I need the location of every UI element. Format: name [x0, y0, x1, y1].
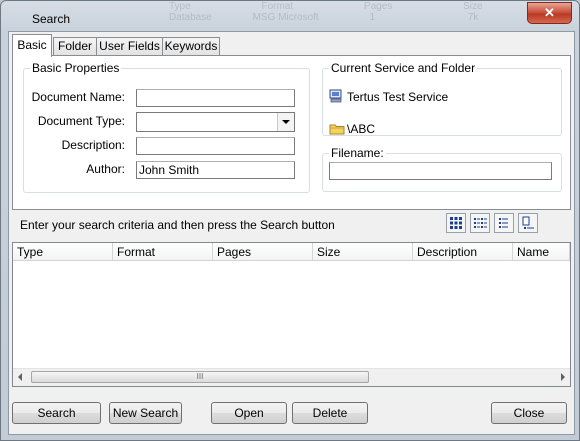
search-results-list[interactable]: Type Format Pages Size Description Name …	[12, 242, 571, 387]
list-view-icon	[499, 218, 508, 228]
author-field[interactable]	[136, 161, 295, 179]
horizontal-scrollbar[interactable]: III	[13, 368, 570, 386]
delete-button[interactable]: Delete	[292, 402, 368, 424]
instruction-text: Enter your search criteria and then pres…	[20, 218, 335, 232]
tab-label: Folder	[57, 39, 92, 53]
background-cell: 7k	[467, 12, 479, 23]
description-field[interactable]	[136, 137, 295, 155]
group-title: Current Service and Folder	[331, 61, 476, 75]
folder-path: \ABC	[347, 122, 376, 136]
background-cell: 1	[369, 12, 376, 23]
background-column: Size	[463, 1, 483, 12]
window-title: Search	[32, 12, 71, 26]
scroll-right-icon[interactable]	[561, 373, 565, 381]
small-icons-view-icon	[474, 218, 487, 228]
background-column: Format	[261, 1, 294, 12]
tab-label: Basic	[17, 38, 47, 52]
chevron-down-icon[interactable]	[277, 113, 294, 131]
author-label: Author:	[86, 162, 125, 176]
background-window-header: Type Format Pages Size Database MSG Micr…	[169, 1, 483, 25]
column-header-name[interactable]: Name	[513, 243, 570, 261]
tab-label: User Fields	[99, 39, 160, 53]
background-column: Pages	[363, 1, 393, 12]
background-column: Type	[169, 1, 191, 12]
window-close-button[interactable]: ✕	[527, 2, 572, 24]
background-cell: Database	[169, 12, 212, 23]
document-name-label: Document Name:	[31, 90, 125, 104]
service-name: Tertus Test Service	[347, 90, 449, 104]
document-type-value	[137, 113, 140, 127]
folder-icon	[329, 123, 345, 135]
list-view-button[interactable]	[494, 213, 514, 233]
tab-keywords[interactable]: Keywords	[162, 37, 220, 56]
close-button[interactable]: Close	[491, 402, 567, 424]
tab-label: Keywords	[164, 39, 218, 53]
filename-field[interactable]	[329, 162, 552, 180]
column-header-pages[interactable]: Pages	[213, 243, 313, 261]
group-title: Filename:	[331, 146, 384, 160]
search-button[interactable]: Search	[12, 402, 101, 424]
column-header-size[interactable]: Size	[313, 243, 413, 261]
description-label: Description:	[61, 138, 125, 152]
details-view-button[interactable]	[518, 213, 538, 233]
scrollbar-thumb[interactable]: III	[31, 371, 369, 383]
document-type-dropdown[interactable]	[136, 112, 295, 132]
background-cell: MSG Microsoft	[252, 12, 319, 23]
group-title: Basic Properties	[32, 61, 120, 75]
dialog-body: Basic Folder User Fields Keywords Basic …	[8, 31, 575, 435]
small-icons-view-button[interactable]	[470, 213, 490, 233]
column-header-type[interactable]: Type	[13, 243, 113, 261]
document-name-field[interactable]	[136, 89, 295, 107]
computer-icon	[329, 89, 343, 103]
document-type-label: Document Type:	[37, 114, 125, 128]
search-dialog: Type Format Pages Size Database MSG Micr…	[0, 0, 580, 441]
large-icons-view-button[interactable]	[446, 213, 466, 233]
tab-basic[interactable]: Basic	[12, 34, 52, 57]
large-icons-view-icon	[450, 217, 462, 229]
column-header-description[interactable]: Description	[413, 243, 513, 261]
tab-panel-basic: Basic Properties Document Name: Document…	[12, 55, 571, 210]
open-button[interactable]: Open	[211, 402, 287, 424]
close-icon: ✕	[544, 5, 555, 20]
column-header-format[interactable]: Format	[113, 243, 213, 261]
tab-folder[interactable]: Folder	[53, 37, 97, 56]
details-view-icon	[522, 216, 534, 229]
scroll-left-icon[interactable]	[18, 373, 22, 381]
tab-user-fields[interactable]: User Fields	[96, 37, 163, 56]
new-search-button[interactable]: New Search	[109, 402, 182, 424]
